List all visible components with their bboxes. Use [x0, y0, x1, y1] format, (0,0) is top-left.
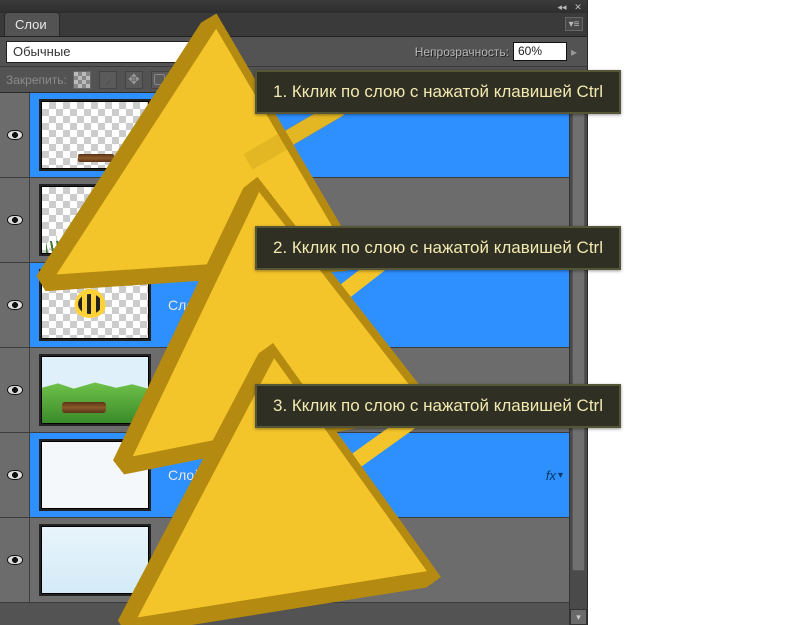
eye-icon [7, 130, 23, 140]
collapse-icon[interactable]: ◂◂ [555, 2, 569, 12]
close-icon[interactable]: ✕ [571, 2, 585, 12]
lock-transparency-icon[interactable] [73, 71, 91, 89]
arrow-3-icon [300, 416, 420, 506]
scrollbar[interactable]: ▴ ▾ [569, 93, 587, 625]
layer-fx-indicator[interactable]: fx ▾ [525, 468, 569, 483]
layer-name[interactable]: Слой 6 [160, 552, 569, 568]
lock-label: Закрепить: [6, 73, 67, 87]
visibility-toggle[interactable] [0, 518, 30, 602]
visibility-toggle[interactable] [0, 178, 30, 262]
eye-icon [7, 385, 23, 395]
visibility-toggle[interactable] [0, 263, 30, 347]
chevron-down-icon: ▾ [558, 470, 563, 481]
annotation-2: 2. Кклик по слою с нажатой клавишей Ctrl [255, 226, 621, 270]
annotation-1: 1. Кклик по слою с нажатой клавишей Ctrl [255, 70, 621, 114]
visibility-toggle[interactable] [0, 93, 30, 177]
lock-position-icon[interactable] [125, 71, 143, 89]
eye-icon [7, 300, 23, 310]
arrow-2-icon [290, 258, 390, 338]
layer-thumbnail[interactable] [30, 433, 160, 517]
layer-name[interactable]: Слой 5 [160, 127, 569, 143]
opacity-value[interactable]: 60% [513, 42, 567, 61]
layer-row[interactable]: Слой 6 [0, 518, 569, 603]
visibility-toggle[interactable] [0, 433, 30, 517]
layer-thumbnail[interactable] [30, 93, 160, 177]
visibility-toggle[interactable] [0, 348, 30, 432]
fx-label: fx [546, 468, 556, 483]
panel-menu-icon[interactable]: ▾≡ [565, 17, 583, 31]
eye-icon [7, 555, 23, 565]
panel-titlebar: ◂◂ ✕ [0, 0, 587, 13]
scroll-down-icon[interactable]: ▾ [570, 609, 587, 625]
layer-thumbnail[interactable] [30, 263, 160, 347]
layer-thumbnail[interactable] [30, 178, 160, 262]
blend-mode-select[interactable] [6, 41, 206, 63]
blend-opacity-row: Непрозрачность: 60% ▸ [0, 37, 587, 67]
opacity-label: Непрозрачность: [415, 45, 509, 59]
layer-row[interactable]: Слой 3 [0, 263, 569, 348]
layer-thumbnail[interactable] [30, 348, 160, 432]
lock-icon-group [73, 71, 169, 89]
layer-thumbnail[interactable] [30, 518, 160, 602]
scroll-thumb[interactable] [572, 111, 585, 571]
lock-all-icon[interactable] [151, 71, 169, 89]
opacity-flyout-icon[interactable]: ▸ [567, 45, 581, 59]
eye-icon [7, 470, 23, 480]
panel-tabrow: Слои ▾≡ [0, 13, 587, 37]
lock-pixels-icon[interactable] [99, 71, 117, 89]
annotation-3: 3. Кклик по слою с нажатой клавишей Ctrl [255, 384, 621, 428]
tab-layers[interactable]: Слои [4, 12, 60, 36]
eye-icon [7, 215, 23, 225]
layer-row[interactable]: Слой 1 fx ▾ [0, 433, 569, 518]
